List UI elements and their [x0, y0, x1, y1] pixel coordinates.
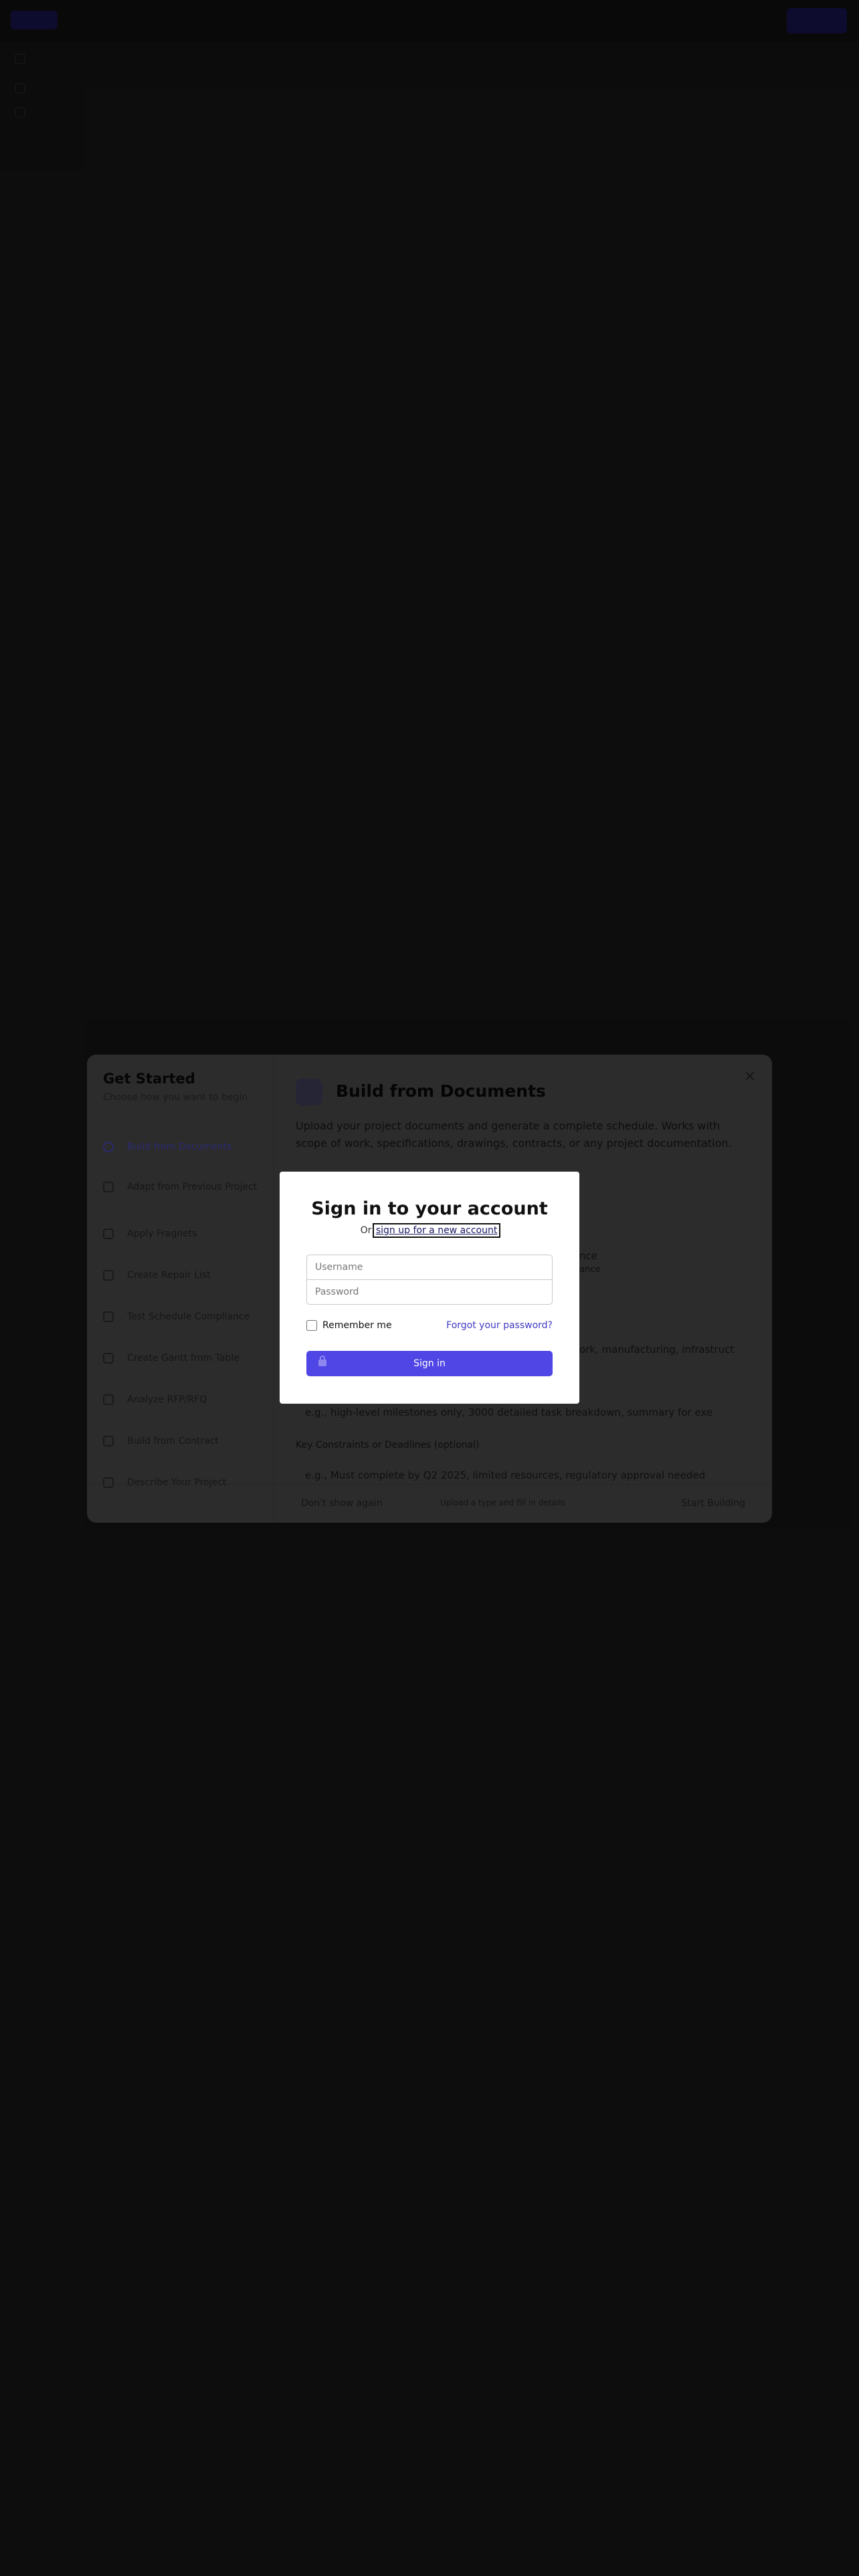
- menu-item-analyze-rfp-rfq[interactable]: Analyze RFP/RFQ: [103, 1385, 261, 1414]
- constraints-label: Key Constraints or Deadlines (optional): [296, 1440, 480, 1451]
- signin-title: Sign in to your account: [311, 1198, 548, 1219]
- signin-dialog: Sign in to your account Or sign up for a…: [280, 1172, 579, 1404]
- remember-me[interactable]: Remember me: [306, 1320, 392, 1331]
- get-started-title: Get Started: [103, 1071, 195, 1087]
- menu-item-adapt-from-previous-project[interactable]: Adapt from Previous Project: [103, 1172, 261, 1202]
- menu-item-build-from-documents[interactable]: Build from Documents: [103, 1132, 261, 1162]
- detail-level-placeholder: e.g., high-level milestones only, 3000 d…: [305, 1406, 712, 1418]
- remember-me-label: Remember me: [322, 1320, 392, 1331]
- lock-icon: [318, 1356, 326, 1366]
- copy-icon: [103, 1182, 114, 1192]
- get-started-sidebar: Get Started Choose how you want to begin…: [87, 1055, 274, 1523]
- or-text: Or: [360, 1225, 372, 1236]
- start-building-button[interactable]: Start Building: [682, 1498, 745, 1509]
- contract-icon: [103, 1436, 114, 1446]
- menu-item-test-schedule-compliance[interactable]: Test Schedule Compliance: [103, 1302, 261, 1331]
- option-fragment: nce: [579, 1250, 597, 1262]
- dont-show-again-checkbox[interactable]: Don't show again: [301, 1498, 382, 1509]
- close-icon[interactable]: ×: [744, 1068, 756, 1085]
- option-fragment: ance: [579, 1265, 601, 1275]
- footer-hint: Upload a type and fill in details: [440, 1498, 565, 1507]
- project-type-fragment: ork, manufacturing, infrastruct: [579, 1344, 735, 1356]
- signin-subtext: Or sign up for a new account: [280, 1223, 579, 1238]
- get-started-footer: Don't show again Upload a type and fill …: [87, 1484, 772, 1523]
- wrench-icon: [103, 1270, 114, 1281]
- forgot-password-link[interactable]: Forgot your password?: [446, 1320, 553, 1331]
- signin-button-label: Sign in: [413, 1358, 446, 1369]
- remember-me-checkbox[interactable]: [306, 1320, 317, 1331]
- menu-item-apply-fragnets[interactable]: Apply Fragnets: [103, 1219, 261, 1249]
- constraints-placeholder: e.g., Must complete by Q2 2025, limited …: [305, 1469, 706, 1481]
- checklist-icon: [103, 1311, 114, 1322]
- get-started-subtitle: Choose how you want to begin: [103, 1092, 248, 1103]
- menu-item-create-gantt-from-table[interactable]: Create Gantt from Table: [103, 1344, 261, 1373]
- menu-item-build-from-contract[interactable]: Build from Contract: [103, 1426, 261, 1456]
- document-icon: [103, 1142, 114, 1152]
- password-input[interactable]: [306, 1279, 553, 1305]
- fragnet-icon: [103, 1228, 114, 1239]
- menu-item-create-repair-list[interactable]: Create Repair List: [103, 1261, 261, 1290]
- signin-button[interactable]: Sign in: [306, 1351, 553, 1376]
- username-input[interactable]: [306, 1255, 553, 1280]
- table-icon: [103, 1353, 114, 1364]
- refresh-icon: [103, 1394, 114, 1405]
- main-description: Upload your project documents and genera…: [296, 1119, 732, 1150]
- document-icon: [296, 1079, 322, 1105]
- main-title: Build from Documents: [336, 1081, 546, 1101]
- signup-link[interactable]: sign up for a new account: [372, 1223, 501, 1238]
